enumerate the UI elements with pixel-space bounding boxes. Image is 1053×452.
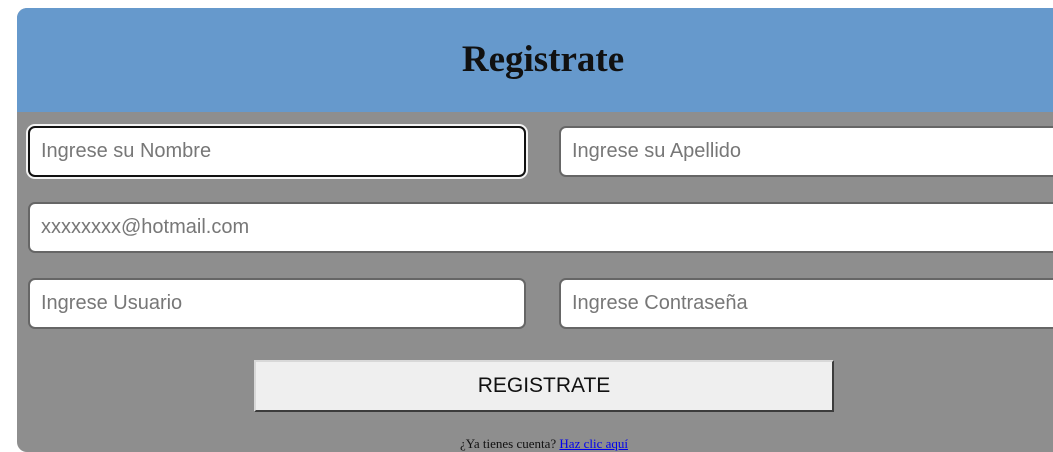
form-title: Registrate: [461, 39, 625, 80]
password-input[interactable]: [559, 278, 1053, 329]
register-button[interactable]: REGISTRATE: [254, 360, 834, 412]
first-name-input[interactable]: [28, 126, 526, 177]
username-input[interactable]: [28, 278, 526, 329]
registration-card: Registrate REGISTRATE ¿Ya tienes cuenta?…: [17, 8, 1053, 452]
form-header: Registrate: [17, 8, 1053, 112]
login-prompt-text: ¿Ya tienes cuenta?: [460, 436, 557, 451]
login-prompt: ¿Ya tienes cuenta? Haz clic aquí: [17, 436, 1053, 452]
login-link[interactable]: Haz clic aquí: [559, 436, 628, 451]
email-input[interactable]: [28, 202, 1053, 253]
last-name-input[interactable]: [559, 126, 1053, 177]
